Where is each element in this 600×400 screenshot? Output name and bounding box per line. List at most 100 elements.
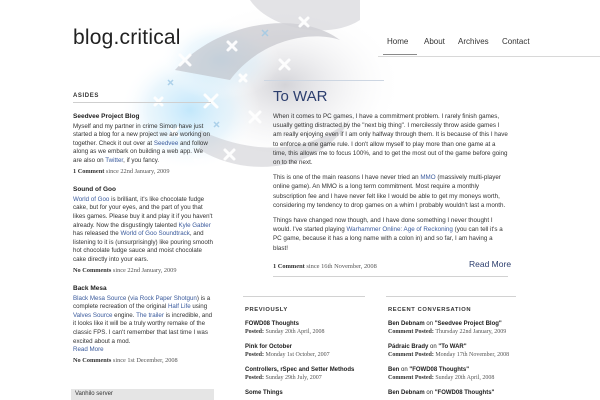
aside-item: Back Mesa Black Mesa Source (via Rock Pa… [73,285,213,365]
aside-body: Black Mesa Source (via Rock Paper Shotgu… [73,295,213,347]
aside-link[interactable]: World of Goo Soundtrack [120,230,189,237]
recent-comment-item: Ben Debnam on "Seedvee Project Blog" Com… [388,320,528,336]
aside-comment-count[interactable]: 1 Comment [73,168,104,175]
aside-link[interactable]: Valves Source [73,312,112,319]
aside-meta: No Comments since 22nd January, 2009 [73,267,213,276]
aside-text: using [190,303,208,311]
post-paragraph: Things have changed now though, and I ha… [273,216,509,253]
comment-author: Ben Debnam [388,390,425,396]
posted-date: Sunday 20th April, 2008 [265,329,325,335]
nav-home[interactable]: Home [387,37,408,46]
aside-item: Seedvee Project Blog Myself and my partn… [73,113,213,176]
aside-date: since 22nd January, 2009 [104,167,170,175]
previous-post-item: FOWD08 Thoughts Posted: Sunday 20th Apri… [245,320,365,336]
post-separator [273,276,508,277]
posted-label: Comment Posted: [388,375,436,381]
recent-conversation-title: RECENT CONVERSATION [388,307,472,313]
aside-comment-count[interactable]: No Comments [73,357,111,364]
aside-text: engine. [112,311,137,319]
recent-comment-item: Ben on "FOWD08 Thoughts" Comment Posted:… [388,366,528,382]
aside-link[interactable]: Kyle Gabler [178,222,210,229]
posted-date: Monday 17th November, 2008 [435,352,510,358]
aside-next-item[interactable]: Vanhilo server [71,389,214,400]
post-text: This is one of the main reasons I have n… [273,174,421,182]
recent-comment-date: Comment Posted: Monday 17th November, 20… [388,351,528,359]
posted-label: Posted: [245,329,266,335]
site-logo[interactable]: blog.critical [73,26,181,50]
asides-sidebar: ASIDES Seedvee Project Blog Myself and m… [73,93,213,365]
comment-author: Ben [388,367,400,373]
aside-title[interactable]: Back Mesa [73,285,213,294]
recent-conversation-section: RECENT CONVERSATION Ben Debnam on "Seedv… [388,307,528,397]
nav-archives[interactable]: Archives [458,37,489,46]
previously-rule [243,296,365,297]
post-link-mmo[interactable]: MMO [420,174,435,181]
aside-link[interactable]: The trailer [136,312,164,319]
post-comment-count[interactable]: 1 Comment [273,263,305,270]
comment-author: Pádraic Brady [388,344,429,350]
asides-title: ASIDES [73,93,211,103]
recent-comment-heading[interactable]: Ben on "FOWD08 Thoughts" [388,366,528,374]
recent-comment-heading[interactable]: Ben Debnam on "FOWD08 Thoughts" [388,389,528,397]
aside-date: since 1st December, 2008 [111,356,178,364]
comment-post: "Seedvee Project Blog" [434,321,502,327]
recent-rule [386,296,516,297]
comment-on: on [399,367,410,373]
aside-comment-count[interactable]: No Comments [73,267,111,274]
posted-date: Monday 1st October, 2007 [265,352,330,358]
previous-post-item: Some Things [245,389,365,397]
comment-on: on [424,321,435,327]
posted-label: Posted: [245,375,266,381]
previous-post-title[interactable]: Controllers, rSpec and Setter Methods [245,366,365,374]
recent-comment-date: Comment Posted: Sunday 20th April, 2008 [388,374,528,382]
aside-read-more-link[interactable]: Read More [73,346,213,355]
comment-post: "FOWD08 Thoughts" [434,390,495,396]
previous-post-date: Posted: Monday 1st October, 2007 [245,351,365,359]
nav-about[interactable]: About [424,37,445,46]
recent-comment-heading[interactable]: Pádraic Brady on "To WAR" [388,343,528,351]
previous-post-title[interactable]: FOWD08 Thoughts [245,320,365,328]
posted-label: Comment Posted: [388,352,436,358]
previous-post-item: Controllers, rSpec and Setter Methods Po… [245,366,365,382]
nav-contact[interactable]: Contact [502,37,530,46]
aside-title[interactable]: Seedvee Project Blog [73,113,213,122]
posted-date: Thursday 22nd January, 2009 [435,329,507,335]
aside-link[interactable]: Twitter [105,157,123,164]
post-paragraph: This is one of the main reasons I have n… [273,173,509,210]
comment-author: Ben Debnam [388,321,425,327]
aside-title[interactable]: Sound of Goo [73,186,213,195]
comment-post: "FOWD08 Thoughts" [409,367,470,373]
aside-link[interactable]: via Rock Paper Shotgun [130,295,197,302]
aside-text: , if you fancy. [123,156,160,164]
recent-comment-item: Ben Debnam on "FOWD08 Thoughts" [388,389,528,397]
previous-post-title[interactable]: Pink for October [245,343,365,351]
previous-post-title[interactable]: Some Things [245,389,365,397]
aside-link[interactable]: Seedvee [154,140,178,147]
recent-comment-item: Pádraic Brady on "To WAR" Comment Posted… [388,343,528,359]
comment-on: on [424,390,435,396]
post-link-warhammer[interactable]: Warhammer Online: Age of Reckoning [346,226,452,233]
post-body: When it comes to PC games, I have a comm… [273,112,509,259]
posted-label: Posted: [245,352,266,358]
aside-link[interactable]: Half Life [168,303,191,310]
aside-link[interactable]: Black Mesa Source [73,295,126,302]
comment-on: on [428,344,439,350]
posted-date: Sunday 29th July, 2007 [265,375,322,381]
nav-active-indicator [383,54,417,55]
main-nav: Home About Archives Contact [376,37,600,57]
post-title[interactable]: To WAR [273,88,508,105]
aside-body: World of Goo is brilliant, it's like cho… [73,196,213,265]
aside-text: has released the [73,230,121,238]
post-header: To WAR [273,88,508,105]
post-meta: 1 Comment since 16th November, 2008 [273,263,377,270]
posted-label: Comment Posted: [388,329,436,335]
recent-comment-heading[interactable]: Ben Debnam on "Seedvee Project Blog" [388,320,528,328]
aside-meta: No Comments since 1st December, 2008 [73,357,213,366]
previous-post-date: Posted: Sunday 20th April, 2008 [245,328,365,336]
posted-date: Sunday 20th April, 2008 [435,375,495,381]
previous-post-date: Posted: Sunday 29th July, 2007 [245,374,365,382]
aside-link[interactable]: World of Goo [73,196,109,203]
post-read-more-link[interactable]: Read More [469,259,511,269]
previously-title: PREVIOUSLY [245,307,288,313]
post-title-rule [264,80,384,81]
